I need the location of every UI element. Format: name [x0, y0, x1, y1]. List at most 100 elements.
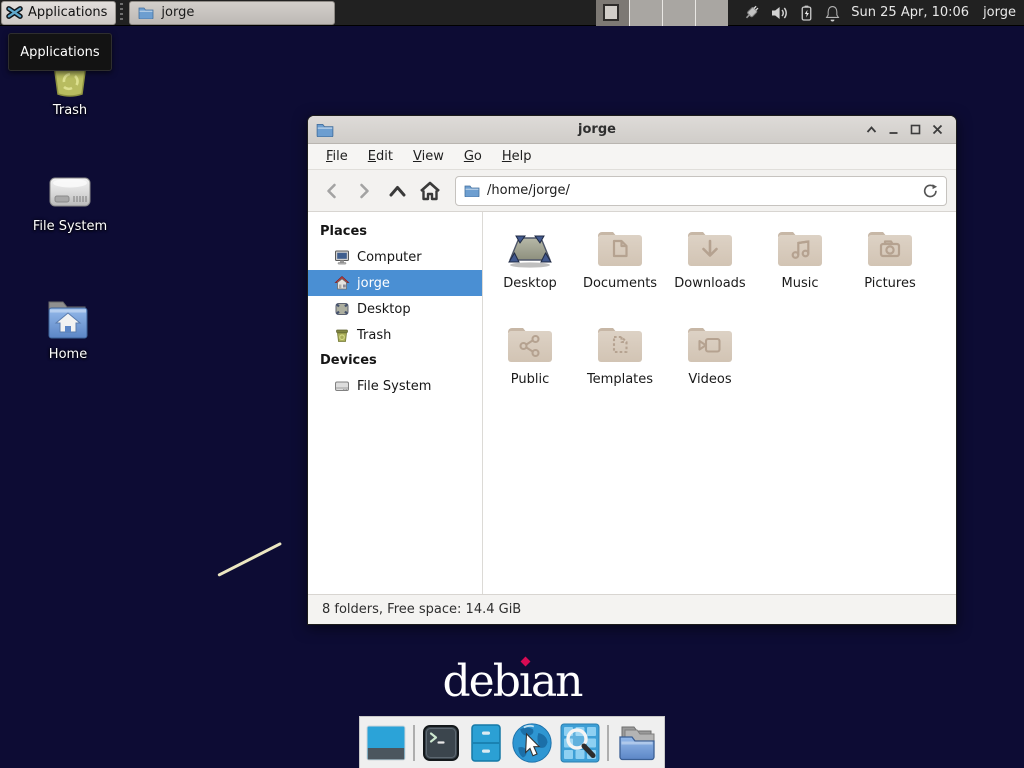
folder-icon	[464, 184, 480, 197]
dock-separator	[607, 725, 609, 761]
home-button[interactable]	[416, 177, 444, 205]
forward-button[interactable]	[350, 177, 378, 205]
tooltip-text: Applications	[20, 45, 99, 60]
public-folder-icon	[506, 320, 554, 368]
file-item-label: Documents	[583, 276, 657, 291]
sidebar-item-label: File System	[357, 379, 431, 394]
desktop-mat-icon	[506, 224, 554, 272]
file-item-templates[interactable]: Templates	[575, 320, 665, 416]
videos-folder-icon	[686, 320, 734, 368]
show-desktop-icon	[366, 724, 406, 762]
applications-menu-button[interactable]: Applications	[1, 1, 116, 25]
sidebar-item-file-system[interactable]: File System	[308, 373, 482, 399]
back-button[interactable]	[317, 177, 345, 205]
notifications-bell-icon[interactable]	[824, 4, 841, 22]
path-bar[interactable]: /home/jorge/	[455, 176, 947, 206]
sidebar-header-devices: Devices	[308, 348, 482, 373]
workspace-1[interactable]	[596, 0, 629, 26]
menu-file[interactable]: File	[316, 145, 358, 168]
xfce-logo-icon	[6, 4, 23, 21]
sidebar-item-jorge[interactable]: jorge	[308, 270, 482, 296]
hard-drive-icon	[45, 166, 95, 216]
debian-logo: debıan	[0, 656, 1024, 707]
arrow-up-icon	[389, 185, 406, 197]
sidebar-item-trash[interactable]: Trash	[308, 322, 482, 348]
sidebar: Places Computer	[308, 212, 483, 594]
desktop-icon-label: File System	[33, 219, 107, 234]
file-manager-launcher[interactable]	[616, 722, 658, 764]
terminal-launcher[interactable]	[422, 722, 460, 764]
file-item-music[interactable]: Music	[755, 224, 845, 320]
statusbar-text: 8 folders, Free space: 14.4 GiB	[322, 602, 521, 617]
web-browser-launcher[interactable]	[511, 722, 553, 764]
folder-icon	[138, 6, 154, 19]
battery-icon[interactable]	[798, 4, 815, 22]
maximize-button[interactable]	[904, 119, 926, 141]
minimize-icon	[888, 125, 899, 135]
window-menu-folder-icon[interactable]	[316, 122, 334, 137]
sidebar-item-desktop[interactable]: Desktop	[308, 296, 482, 322]
file-item-documents[interactable]: Documents	[575, 224, 665, 320]
up-button[interactable]	[383, 177, 411, 205]
file-item-label: Templates	[587, 372, 653, 387]
workspace-3[interactable]	[662, 0, 695, 26]
applications-menu-label: Applications	[28, 5, 107, 20]
dock-separator	[413, 725, 415, 761]
reload-icon[interactable]	[923, 183, 938, 199]
cursor-trail-artifact	[217, 542, 282, 577]
web-browser-globe-icon	[511, 720, 553, 766]
system-tray	[742, 3, 841, 22]
network-icon[interactable]	[742, 3, 762, 22]
file-item-label: Music	[782, 276, 819, 291]
app-finder-icon	[560, 723, 600, 763]
file-item-pictures[interactable]: Pictures	[845, 224, 935, 320]
music-folder-icon	[776, 224, 824, 272]
file-item-desktop[interactable]: Desktop	[485, 224, 575, 320]
menu-go[interactable]: Go	[454, 145, 492, 168]
file-cabinet-launcher[interactable]	[467, 722, 504, 764]
chevron-right-icon	[359, 183, 370, 199]
home-folder-icon	[43, 296, 93, 344]
menu-edit[interactable]: Edit	[358, 145, 403, 168]
sidebar-item-label: Desktop	[357, 302, 411, 317]
file-manager-window: jorge File Edit View Go Help	[307, 115, 957, 625]
downloads-folder-icon	[686, 224, 734, 272]
launcher-dock	[359, 716, 665, 768]
debian-logo-i: ı	[519, 656, 531, 707]
volume-icon[interactable]	[771, 5, 789, 21]
drive-icon	[334, 378, 350, 394]
desktop[interactable]: Applications jorge	[0, 0, 1024, 768]
menubar: File Edit View Go Help	[308, 144, 956, 170]
clock[interactable]: Sun 25 Apr, 10:06	[851, 5, 969, 20]
desktop-icon-home[interactable]: Home	[20, 296, 116, 362]
file-item-label: Downloads	[674, 276, 745, 291]
show-desktop-launcher[interactable]	[366, 722, 406, 764]
file-manager-folder-icon	[616, 724, 658, 762]
menu-help[interactable]: Help	[492, 145, 542, 168]
taskbar-window-button[interactable]: jorge	[129, 1, 335, 25]
desktop-icon-file-system[interactable]: File System	[22, 166, 118, 234]
minimize-button[interactable]	[882, 119, 904, 141]
file-item-videos[interactable]: Videos	[665, 320, 755, 416]
chevron-left-icon	[326, 183, 337, 199]
session-user-button[interactable]: jorge	[983, 5, 1016, 20]
window-titlebar[interactable]: jorge	[308, 116, 956, 144]
app-finder-launcher[interactable]	[560, 722, 600, 764]
menu-view[interactable]: View	[403, 145, 454, 168]
sidebar-item-label: jorge	[357, 276, 390, 291]
shade-button[interactable]	[860, 119, 882, 141]
file-item-public[interactable]: Public	[485, 320, 575, 416]
panel-separator-handle[interactable]	[118, 3, 125, 23]
file-item-label: Desktop	[503, 276, 557, 291]
workspace-2[interactable]	[629, 0, 662, 26]
workspace-4[interactable]	[695, 0, 728, 26]
templates-folder-icon	[596, 320, 644, 368]
close-button[interactable]	[926, 119, 948, 141]
trash-icon	[334, 327, 350, 343]
file-item-downloads[interactable]: Downloads	[665, 224, 755, 320]
sidebar-item-computer[interactable]: Computer	[308, 244, 482, 270]
close-icon	[932, 124, 943, 135]
desktop-icon-label: Home	[49, 347, 87, 362]
sidebar-header-places: Places	[308, 219, 482, 244]
desktop-icon-label: Trash	[53, 103, 87, 118]
